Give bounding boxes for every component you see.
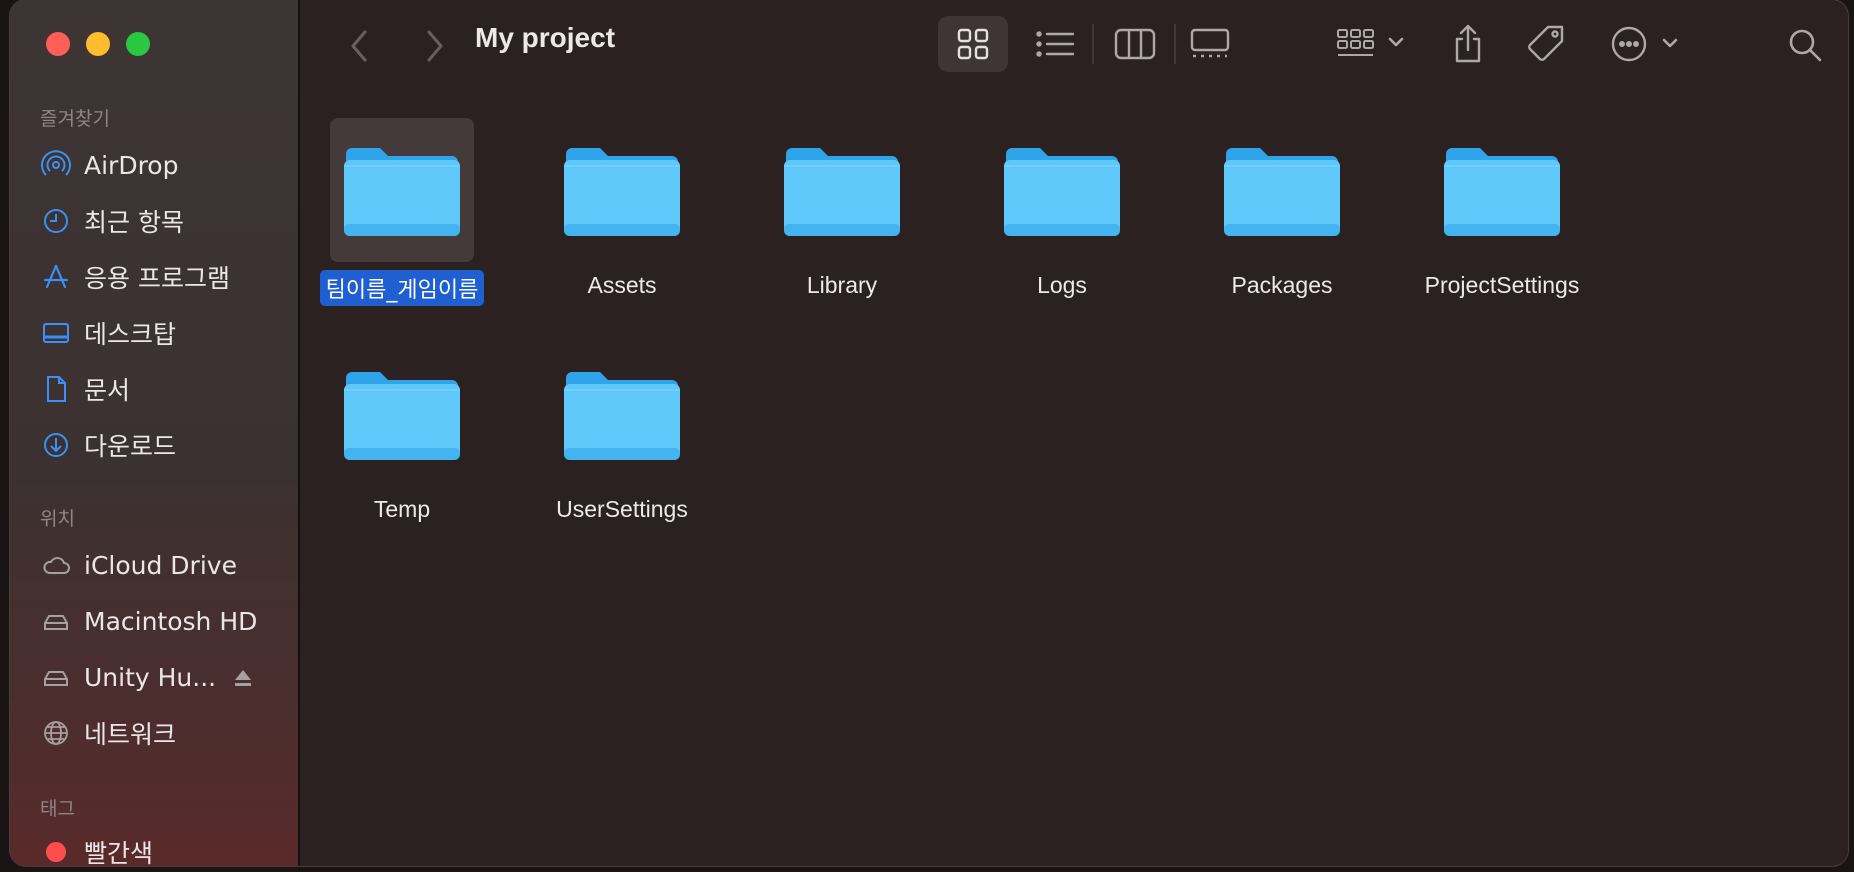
forward-button[interactable] [414,26,454,66]
sidebar-item-macintosh-hd[interactable]: Macintosh HD [40,601,290,641]
toolbar-divider [1174,24,1176,64]
search-button[interactable] [1784,24,1826,66]
folder-item[interactable]: Temp [302,342,502,525]
finder-window: 즐겨찾기 AirDrop 최근 항목 응용 프로그램 데스크탑 문서 다운로드 … [10,0,1848,866]
sidebar-item-unity-hub[interactable]: Unity Hu... [40,657,290,697]
folder-item[interactable]: UserSettings [522,342,722,525]
search-icon [1789,29,1822,62]
sidebar-item-airdrop[interactable]: AirDrop [40,145,290,185]
sidebar-item-label: AirDrop [84,150,179,180]
folder-name: 팀이름_게임이름 [319,270,485,306]
group-button[interactable] [1336,22,1412,66]
sidebar-item-label: 다운로드 [84,432,177,461]
folder-name: UserSettings [556,496,688,522]
sidebar: 즐겨찾기 AirDrop 최근 항목 응용 프로그램 데스크탑 문서 다운로드 … [10,0,300,866]
share-button[interactable] [1448,20,1488,68]
gallery-view-button[interactable] [1184,22,1236,66]
sidebar-item-documents[interactable]: 문서 [40,369,290,409]
window-title: My project [475,22,616,53]
locations-heading: 위치 [40,508,75,530]
sidebar-item-label: 응용 프로그램 [84,264,230,293]
sidebar-item-label: 빨간색 [84,839,154,866]
applications-icon [40,261,72,293]
list-view-button[interactable] [1030,22,1080,66]
document-icon [40,373,72,405]
folder-icon [1430,118,1574,262]
folder-item[interactable]: Packages [1182,118,1382,301]
disk-icon [40,661,72,693]
red-tag-icon [46,842,66,862]
folder-name: Logs [1037,272,1087,298]
folder-name: Assets [587,272,657,298]
sidebar-item-icloud-drive[interactable]: iCloud Drive [40,545,290,585]
airdrop-icon [40,149,72,181]
folder-name: Temp [373,496,431,522]
icon-view-button[interactable] [948,22,998,66]
folder-name: Packages [1231,272,1333,298]
sidebar-item-recents[interactable]: 최근 항목 [40,201,290,241]
back-button[interactable] [340,26,380,66]
folder-icon [330,118,474,262]
favorites-heading: 즐겨찾기 [40,108,110,130]
sidebar-item-tag-red[interactable]: 빨간색 [40,832,290,866]
folder-icon [330,342,474,486]
folder-name: Library [806,272,878,298]
chevron-right-icon [427,30,443,62]
sidebar-item-downloads[interactable]: 다운로드 [40,425,290,465]
columns-icon [1114,28,1156,60]
gallery-icon [1190,28,1230,58]
sidebar-item-label: 최근 항목 [84,208,184,237]
list-icon [1036,31,1075,57]
folder-icon [990,118,1134,262]
sidebar-item-applications[interactable]: 응용 프로그램 [40,257,290,297]
folder-icon [770,118,914,262]
tags-button[interactable] [1524,20,1570,68]
sidebar-item-label: 문서 [84,376,131,405]
column-view-button[interactable] [1110,22,1160,66]
sidebar-item-network[interactable]: 네트워크 [40,713,290,753]
sidebar-item-label: Unity Hu... [84,662,217,692]
folder-item[interactable]: 팀이름_게임이름 [302,118,502,306]
minimize-button[interactable] [86,32,110,56]
more-icon [1611,26,1678,62]
zoom-button[interactable] [126,32,150,56]
folder-item[interactable]: Logs [962,118,1162,301]
sidebar-item-label: iCloud Drive [84,550,237,580]
tags-heading: 태그 [40,798,75,820]
toolbar-divider [1092,24,1094,64]
folder-icon [550,342,694,486]
folder-item[interactable]: Assets [522,118,722,301]
eject-icon[interactable] [232,667,254,689]
network-icon [40,717,72,749]
clock-icon [40,205,72,237]
folder-item[interactable]: Library [742,118,942,301]
sidebar-item-label: Macintosh HD [84,606,258,636]
folder-name: ProjectSettings [1424,272,1580,298]
folder-icon [550,118,694,262]
group-icon [1337,29,1404,56]
download-icon [40,429,72,461]
desktop-icon [40,317,72,349]
cloud-icon [40,549,72,581]
sidebar-item-label: 네트워크 [84,720,177,749]
close-button[interactable] [46,32,70,56]
grid-icon [957,28,989,60]
sidebar-item-label: 데스크탑 [84,320,177,349]
share-icon [1455,24,1481,63]
folder-icon [1210,118,1354,262]
sidebar-item-desktop[interactable]: 데스크탑 [40,313,290,353]
more-button[interactable] [1610,22,1684,66]
folder-item[interactable]: ProjectSettings [1402,118,1602,301]
tag-icon [1528,25,1564,61]
disk-icon [40,605,72,637]
chevron-left-icon [351,30,367,62]
